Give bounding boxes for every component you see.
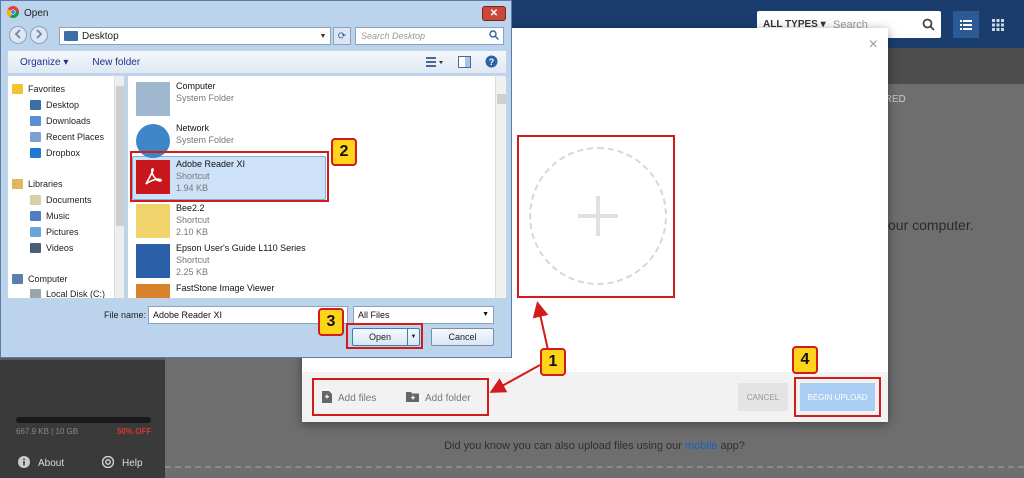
arrow-to-drop-zone (532, 301, 549, 351)
callout-arrows (489, 301, 549, 393)
callout-step-3: 3 (318, 308, 344, 336)
callout-step-4: 4 (792, 346, 818, 374)
arrow-to-add-files (489, 364, 541, 393)
callout-step-2: 2 (331, 138, 357, 166)
callout-step-1: 1 (540, 348, 566, 376)
